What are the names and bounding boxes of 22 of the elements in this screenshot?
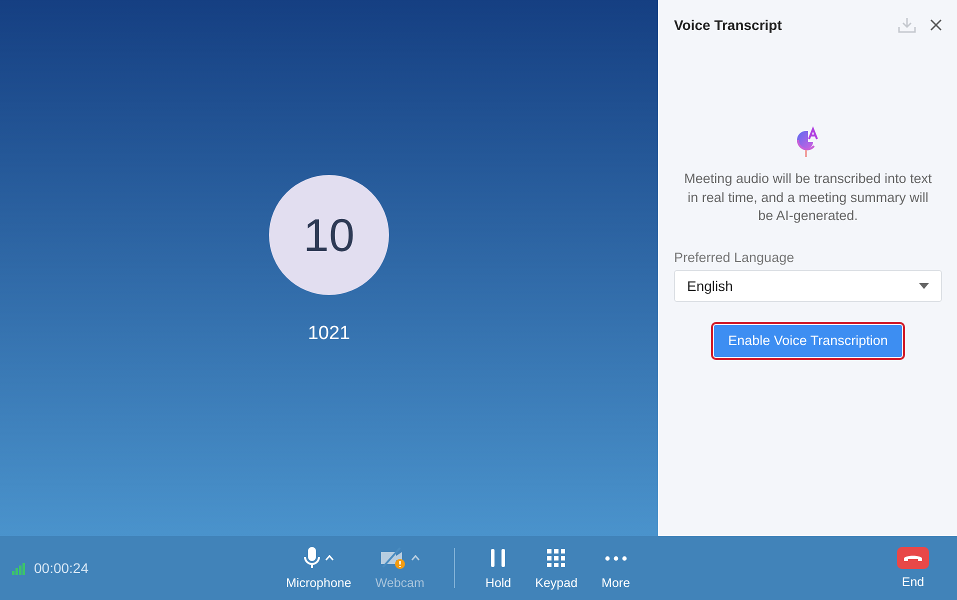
microphone-button[interactable]: Microphone xyxy=(284,546,354,590)
crossed-camera-icon xyxy=(380,546,406,570)
close-icon[interactable] xyxy=(930,19,942,31)
description-text: Meeting audio will be transcribed into text in real time, and a meeting summary will be AI-generated. xyxy=(683,170,933,225)
call-duration: 00:00:24 xyxy=(34,560,88,576)
microphone-icon xyxy=(304,547,320,569)
caller-number: 1021 xyxy=(308,323,350,345)
more-button[interactable]: More xyxy=(600,546,632,590)
hang-up-icon xyxy=(897,547,929,569)
keypad-button[interactable]: Keypad xyxy=(533,546,580,590)
language-dropdown[interactable]: English xyxy=(674,270,942,302)
dropdown-caret-icon xyxy=(919,282,929,288)
more-icon xyxy=(604,556,627,560)
keypad-icon xyxy=(547,549,566,567)
avatar: 10 xyxy=(269,175,389,295)
end-call-button[interactable]: End xyxy=(891,546,935,590)
enable-transcription-button[interactable]: Enable Voice Transcription xyxy=(714,324,902,356)
panel-title: Voice Transcript xyxy=(674,17,783,33)
pause-icon xyxy=(491,549,506,567)
signal-icon xyxy=(12,562,28,574)
hold-button[interactable]: Hold xyxy=(483,546,514,590)
field-label: Preferred Language xyxy=(674,250,796,264)
